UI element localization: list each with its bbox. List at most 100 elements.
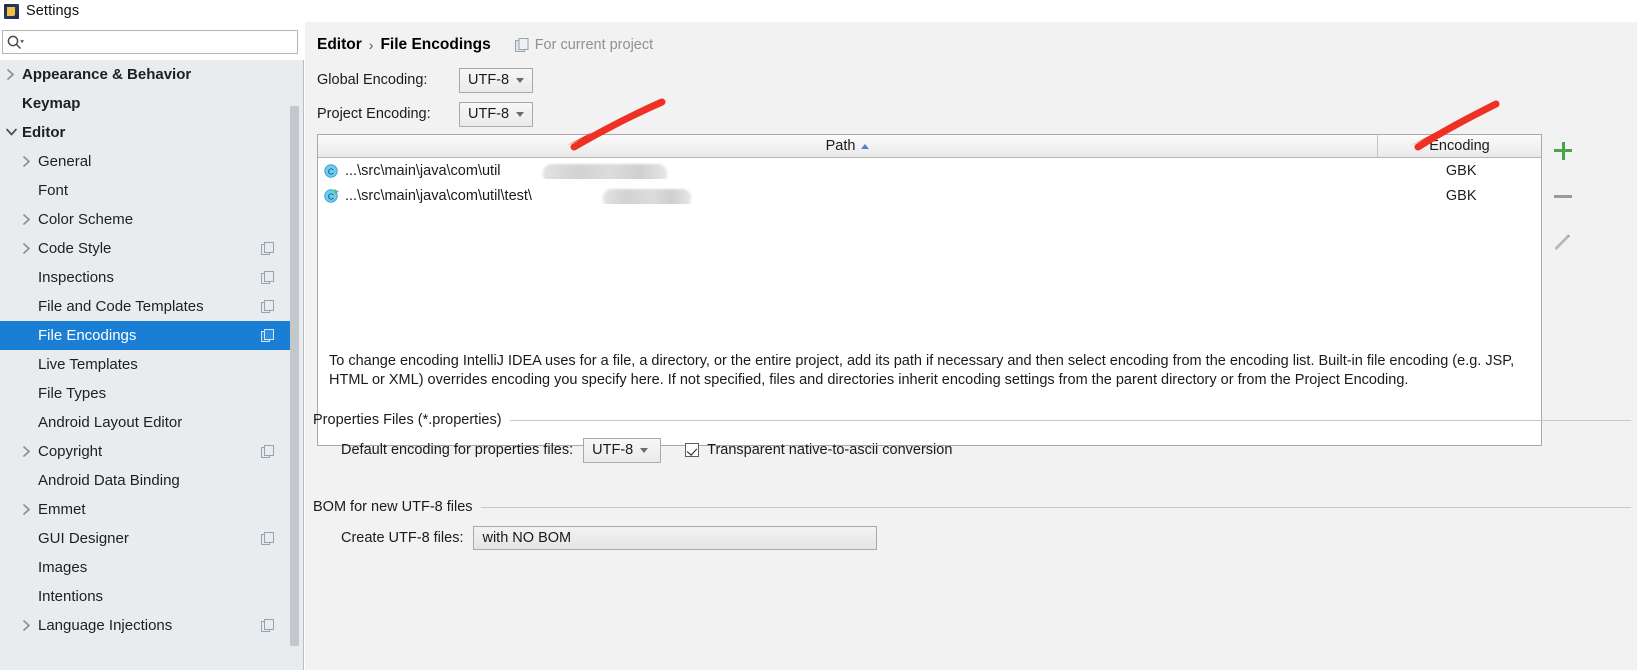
svg-text:C: C xyxy=(328,166,334,176)
table-row[interactable]: C ...\src\main\java\com\util\test\ GBK xyxy=(318,183,1541,208)
sidebar-item-file-and-code-templates[interactable]: File and Code Templates xyxy=(0,292,290,321)
sidebar-item-android-layout-editor[interactable]: Android Layout Editor xyxy=(0,408,290,437)
sidebar-scrollbar-thumb[interactable] xyxy=(290,106,299,646)
project-settings-badge-icon xyxy=(261,619,274,632)
global-encoding-select[interactable]: UTF-8 xyxy=(459,67,533,93)
sidebar-item-label: Keymap xyxy=(22,95,81,112)
project-settings-badge-icon xyxy=(261,300,274,313)
bom-group-title: BOM for new UTF-8 files xyxy=(313,499,473,515)
project-encoding-select[interactable]: UTF-8 xyxy=(459,101,533,127)
edit-path-button[interactable] xyxy=(1548,228,1578,258)
sidebar-item-intentions[interactable]: Intentions xyxy=(0,582,290,611)
chevron-right-icon[interactable] xyxy=(16,147,38,176)
sidebar-scrollbar-track[interactable] xyxy=(290,64,301,664)
sidebar-item-label: Android Layout Editor xyxy=(38,414,183,431)
global-encoding-row: Global Encoding: UTF-8 xyxy=(317,67,533,93)
properties-files-group-title: Properties Files (*.properties) xyxy=(313,412,502,428)
sidebar-item-color-scheme[interactable]: Color Scheme xyxy=(0,205,290,234)
sidebar-item-copyright[interactable]: Copyright xyxy=(0,437,290,466)
bom-create-value: with NO BOM xyxy=(482,530,572,546)
scope-label: For current project xyxy=(534,37,654,53)
table-header-row: Path Encoding xyxy=(318,135,1541,158)
table-toolbar xyxy=(1548,134,1582,446)
table-cell-encoding[interactable]: GBK xyxy=(1381,188,1541,204)
project-encoding-row: Project Encoding: UTF-8 xyxy=(317,101,533,127)
search-icon[interactable] xyxy=(5,32,25,52)
sidebar-item-label: Appearance & Behavior xyxy=(22,66,192,83)
sidebar-item-label: GUI Designer xyxy=(38,530,129,547)
java-class-run-icon: C xyxy=(324,188,339,203)
search-bar-container xyxy=(0,22,304,60)
sidebar-item-file-encodings[interactable]: File Encodings xyxy=(0,321,290,350)
settings-tree: Appearance & Behavior Keymap Editor General… xyxy=(0,60,290,670)
sidebar-item-label: Font xyxy=(38,182,69,199)
column-header-path-label: Path xyxy=(825,138,856,154)
chevron-right-icon[interactable] xyxy=(16,205,38,234)
bom-create-select[interactable]: with NO BOM xyxy=(473,526,878,550)
table-cell-path-text: ...\src\main\java\com\util xyxy=(345,162,501,179)
sidebar-item-label: Emmet xyxy=(38,501,86,518)
project-encoding-label: Project Encoding: xyxy=(317,106,431,122)
sidebar-item-live-templates[interactable]: Live Templates xyxy=(0,350,290,379)
sidebar-item-editor[interactable]: Editor xyxy=(0,118,290,147)
sidebar-item-emmet[interactable]: Emmet xyxy=(0,495,290,524)
search-input[interactable] xyxy=(25,32,285,52)
properties-default-encoding-label: Default encoding for properties files: xyxy=(341,442,574,458)
minus-icon xyxy=(1554,195,1572,198)
chevron-right-icon[interactable] xyxy=(16,234,38,263)
global-encoding-value: UTF-8 xyxy=(468,72,510,88)
sidebar-item-appearance-behavior[interactable]: Appearance & Behavior xyxy=(0,60,290,89)
search-box[interactable] xyxy=(2,30,298,54)
page-title: File Encodings xyxy=(380,36,491,53)
bom-create-row: Create UTF-8 files: with NO BOM xyxy=(341,525,878,551)
table-cell-path: ...\src\main\java\com\util xyxy=(345,163,1363,179)
sidebar-item-images[interactable]: Images xyxy=(0,553,290,582)
table-cell-encoding[interactable]: GBK xyxy=(1381,163,1541,179)
bom-create-label: Create UTF-8 files: xyxy=(341,530,464,546)
properties-default-encoding-row: Default encoding for properties files: U… xyxy=(341,437,952,463)
sidebar-item-language-injections[interactable]: Language Injections xyxy=(0,611,290,640)
project-settings-badge-icon xyxy=(261,329,274,342)
window-title: Settings xyxy=(26,3,80,19)
sidebar-item-code-style[interactable]: Code Style xyxy=(0,234,290,263)
breadcrumb-root[interactable]: Editor xyxy=(317,36,362,54)
sidebar-item-inspections[interactable]: Inspections xyxy=(0,263,290,292)
title-bar: Settings xyxy=(0,0,1637,22)
encoding-description: To change encoding IntelliJ IDEA uses fo… xyxy=(329,353,1515,388)
transparent-conversion-checkbox-row[interactable]: Transparent native-to-ascii conversion xyxy=(685,442,952,458)
properties-default-encoding-select[interactable]: UTF-8 xyxy=(583,437,662,463)
table-row[interactable]: C ...\src\main\java\com\util GBK xyxy=(318,158,1541,183)
column-header-encoding[interactable]: Encoding xyxy=(1378,135,1541,157)
remove-path-button[interactable] xyxy=(1548,182,1578,212)
sidebar-item-label: Images xyxy=(38,559,88,576)
sidebar-item-file-types[interactable]: File Types xyxy=(0,379,290,408)
sidebar-item-font[interactable]: Font xyxy=(0,176,290,205)
chevron-down-icon[interactable] xyxy=(0,118,22,147)
chevron-right-icon[interactable] xyxy=(0,60,22,89)
chevron-right-icon[interactable] xyxy=(16,495,38,524)
project-settings-badge-icon xyxy=(261,445,274,458)
properties-files-group-header: Properties Files (*.properties) xyxy=(313,407,1631,433)
sidebar-item-label: Intentions xyxy=(38,588,104,605)
project-settings-badge-icon xyxy=(261,532,274,545)
sidebar-item-android-data-binding[interactable]: Android Data Binding xyxy=(0,466,290,495)
chevron-right-icon[interactable] xyxy=(16,611,38,640)
column-header-path[interactable]: Path xyxy=(318,135,1378,157)
sidebar-item-gui-designer[interactable]: GUI Designer xyxy=(0,524,290,553)
redacted-path-segment xyxy=(603,188,691,204)
transparent-conversion-checkbox[interactable] xyxy=(685,443,700,457)
sidebar-item-general[interactable]: General xyxy=(0,147,290,176)
sidebar-item-label: File Encodings xyxy=(38,327,137,344)
sidebar-item-label: Inspections xyxy=(38,269,114,286)
chevron-right-icon[interactable] xyxy=(16,437,38,466)
sidebar-item-keymap[interactable]: Keymap xyxy=(0,89,290,118)
add-path-button[interactable] xyxy=(1548,136,1578,166)
